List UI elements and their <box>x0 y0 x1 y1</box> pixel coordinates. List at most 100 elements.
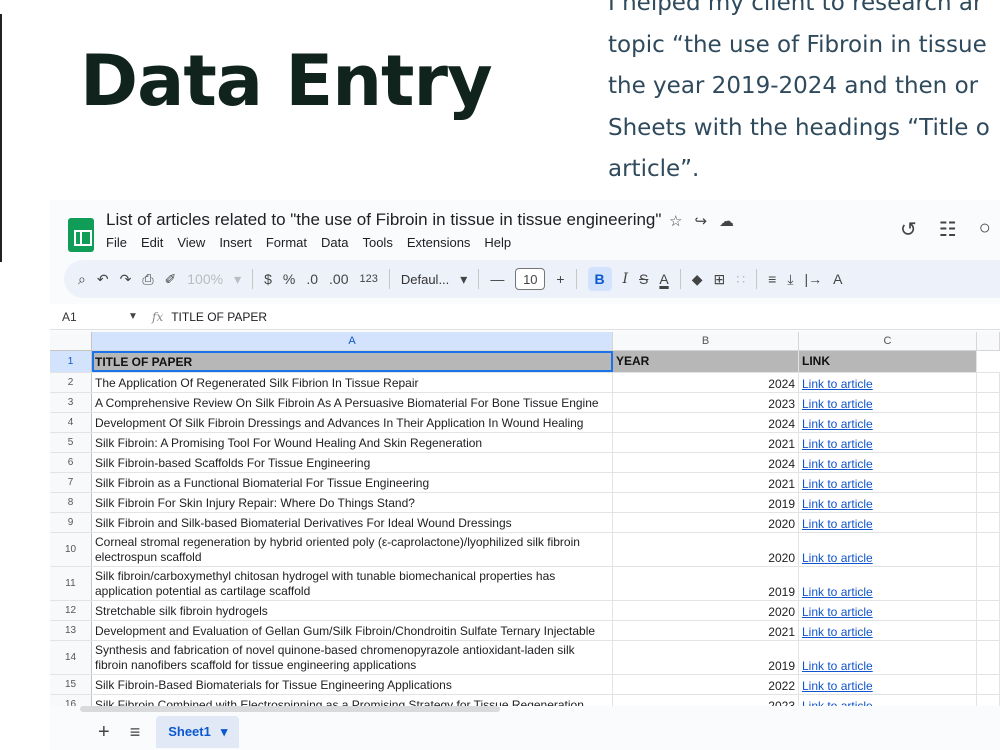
row-number[interactable]: 13 <box>50 621 92 640</box>
cell-empty[interactable] <box>977 533 1000 566</box>
font-family-select[interactable]: Defaul... <box>401 272 449 287</box>
text-more-icon[interactable]: A <box>833 271 842 287</box>
menu-view[interactable]: View <box>177 235 205 250</box>
row-number[interactable]: 16 <box>50 695 92 706</box>
paint-format-icon[interactable]: ✐ <box>165 271 177 288</box>
row-number[interactable]: 9 <box>50 513 92 532</box>
text-rotation-icon[interactable]: |→ <box>805 271 823 287</box>
cell-title[interactable]: Corneal stromal regeneration by hybrid o… <box>92 533 613 566</box>
chevron-down-icon[interactable]: ▾ <box>221 724 228 740</box>
cell-empty[interactable] <box>977 567 1000 600</box>
row-number[interactable]: 14 <box>50 641 92 674</box>
article-link[interactable]: Link to article <box>802 659 873 673</box>
font-size-input[interactable]: 10 <box>515 268 546 290</box>
cell-title[interactable]: Silk Fibroin and Silk-based Biomaterial … <box>92 513 613 532</box>
formula-input[interactable]: TITLE OF PAPER <box>171 310 267 324</box>
cell-year[interactable]: 2020 <box>613 601 799 620</box>
cell-title[interactable]: Silk Fibroin: A Promising Tool For Wound… <box>92 433 613 452</box>
cell-year[interactable]: 2019 <box>613 641 799 674</box>
menu-edit[interactable]: Edit <box>141 235 163 250</box>
comments-icon[interactable]: ☷ <box>939 217 957 242</box>
cell-title[interactable]: Synthesis and fabrication of novel quino… <box>92 641 613 674</box>
cell-title[interactable]: Silk Fibroin Combined with Electrospinni… <box>92 695 613 706</box>
menu-file[interactable]: File <box>106 235 127 250</box>
cell-empty[interactable] <box>977 393 1000 412</box>
menu-data[interactable]: Data <box>321 235 348 250</box>
column-header-d[interactable] <box>977 332 1000 351</box>
cell-empty[interactable] <box>977 351 1000 372</box>
article-link[interactable]: Link to article <box>802 605 873 619</box>
row-number[interactable]: 7 <box>50 473 92 492</box>
menu-insert[interactable]: Insert <box>219 235 252 250</box>
chevron-down-icon[interactable]: ▼ <box>128 311 146 322</box>
cell-title[interactable]: Silk Fibroin-Based Biomaterials for Tiss… <box>92 675 613 694</box>
zoom-select[interactable]: 100% <box>187 271 223 287</box>
all-sheets-button[interactable]: ≡ <box>130 722 141 743</box>
row-number[interactable]: 15 <box>50 675 92 694</box>
cell-empty[interactable] <box>977 433 1000 452</box>
tab-sheet1[interactable]: Sheet1 ▾ <box>156 716 240 748</box>
cell-empty[interactable] <box>977 675 1000 694</box>
cell-empty[interactable] <box>977 601 1000 620</box>
row-number[interactable]: 3 <box>50 393 92 412</box>
increase-font-size-button[interactable]: + <box>556 271 564 287</box>
cell-empty[interactable] <box>977 373 1000 392</box>
borders-icon[interactable]: ⊞ <box>714 271 726 288</box>
merge-cells-icon[interactable]: ∷ <box>736 271 745 288</box>
sheets-logo-icon[interactable] <box>68 218 94 252</box>
column-header-b[interactable]: B <box>613 332 799 351</box>
cell-title[interactable]: A Comprehensive Review On Silk Fibroin A… <box>92 393 613 412</box>
article-link[interactable]: Link to article <box>802 517 873 531</box>
cell-year[interactable]: 2020 <box>613 513 799 532</box>
article-link[interactable]: Link to article <box>802 477 873 491</box>
cell-title[interactable]: Development Of Silk Fibroin Dressings an… <box>92 413 613 432</box>
article-link[interactable]: Link to article <box>802 497 873 511</box>
version-history-icon[interactable]: ↺ <box>900 217 917 242</box>
article-link[interactable]: Link to article <box>802 437 873 451</box>
cell-empty[interactable] <box>977 641 1000 674</box>
row-number[interactable]: 2 <box>50 373 92 392</box>
article-link[interactable]: Link to article <box>802 551 873 565</box>
row-number[interactable]: 8 <box>50 493 92 512</box>
article-link[interactable]: Link to article <box>802 585 873 599</box>
percent-format-button[interactable]: % <box>283 271 295 287</box>
cell-empty[interactable] <box>977 453 1000 472</box>
cell-year[interactable]: 2019 <box>613 567 799 600</box>
text-color-button[interactable]: A <box>659 271 668 287</box>
cell-year-header[interactable]: YEAR <box>613 351 799 372</box>
currency-format-button[interactable]: $ <box>264 271 272 287</box>
cell-year[interactable]: 2021 <box>613 473 799 492</box>
row-number[interactable]: 5 <box>50 433 92 452</box>
cell-title[interactable]: Silk fibroin/carboxymethyl chitosan hydr… <box>92 567 613 600</box>
article-link[interactable]: Link to article <box>802 417 873 431</box>
name-box[interactable]: A1 <box>50 310 128 324</box>
cell-title[interactable]: Silk Fibroin-based Scaffolds For Tissue … <box>92 453 613 472</box>
cell-title-header[interactable]: TITLE OF PAPER <box>92 351 613 372</box>
document-title[interactable]: List of articles related to "the use of … <box>106 210 661 230</box>
cell-year[interactable]: 2024 <box>613 413 799 432</box>
menu-extensions[interactable]: Extensions <box>407 235 471 250</box>
cell-empty[interactable] <box>977 473 1000 492</box>
cell-year[interactable]: 2019 <box>613 493 799 512</box>
row-number[interactable]: 6 <box>50 453 92 472</box>
select-all-corner[interactable] <box>50 332 92 351</box>
article-link[interactable]: Link to article <box>802 457 873 471</box>
cell-title[interactable]: Development and Evaluation of Gellan Gum… <box>92 621 613 640</box>
horizontal-align-icon[interactable]: ≡ <box>768 271 776 287</box>
cell-year[interactable]: 2024 <box>613 373 799 392</box>
cell-year[interactable]: 2021 <box>613 433 799 452</box>
menu-tools[interactable]: Tools <box>362 235 392 250</box>
chevron-down-icon[interactable]: ▾ <box>460 271 467 288</box>
menu-help[interactable]: Help <box>484 235 511 250</box>
row-number[interactable]: 12 <box>50 601 92 620</box>
chevron-down-icon[interactable]: ▾ <box>234 271 241 288</box>
decrease-decimal-button[interactable]: .0 <box>306 271 318 287</box>
article-link[interactable]: Link to article <box>802 397 873 411</box>
cell-year[interactable]: 2023 <box>613 393 799 412</box>
cell-year[interactable]: 2024 <box>613 453 799 472</box>
row-number[interactable]: 1 <box>50 351 92 372</box>
article-link[interactable]: Link to article <box>802 625 873 639</box>
cell-title[interactable]: Stretchable silk fibroin hydrogels <box>92 601 613 620</box>
cell-year[interactable]: 2021 <box>613 621 799 640</box>
cloud-status-icon[interactable]: ☁ <box>719 212 734 230</box>
